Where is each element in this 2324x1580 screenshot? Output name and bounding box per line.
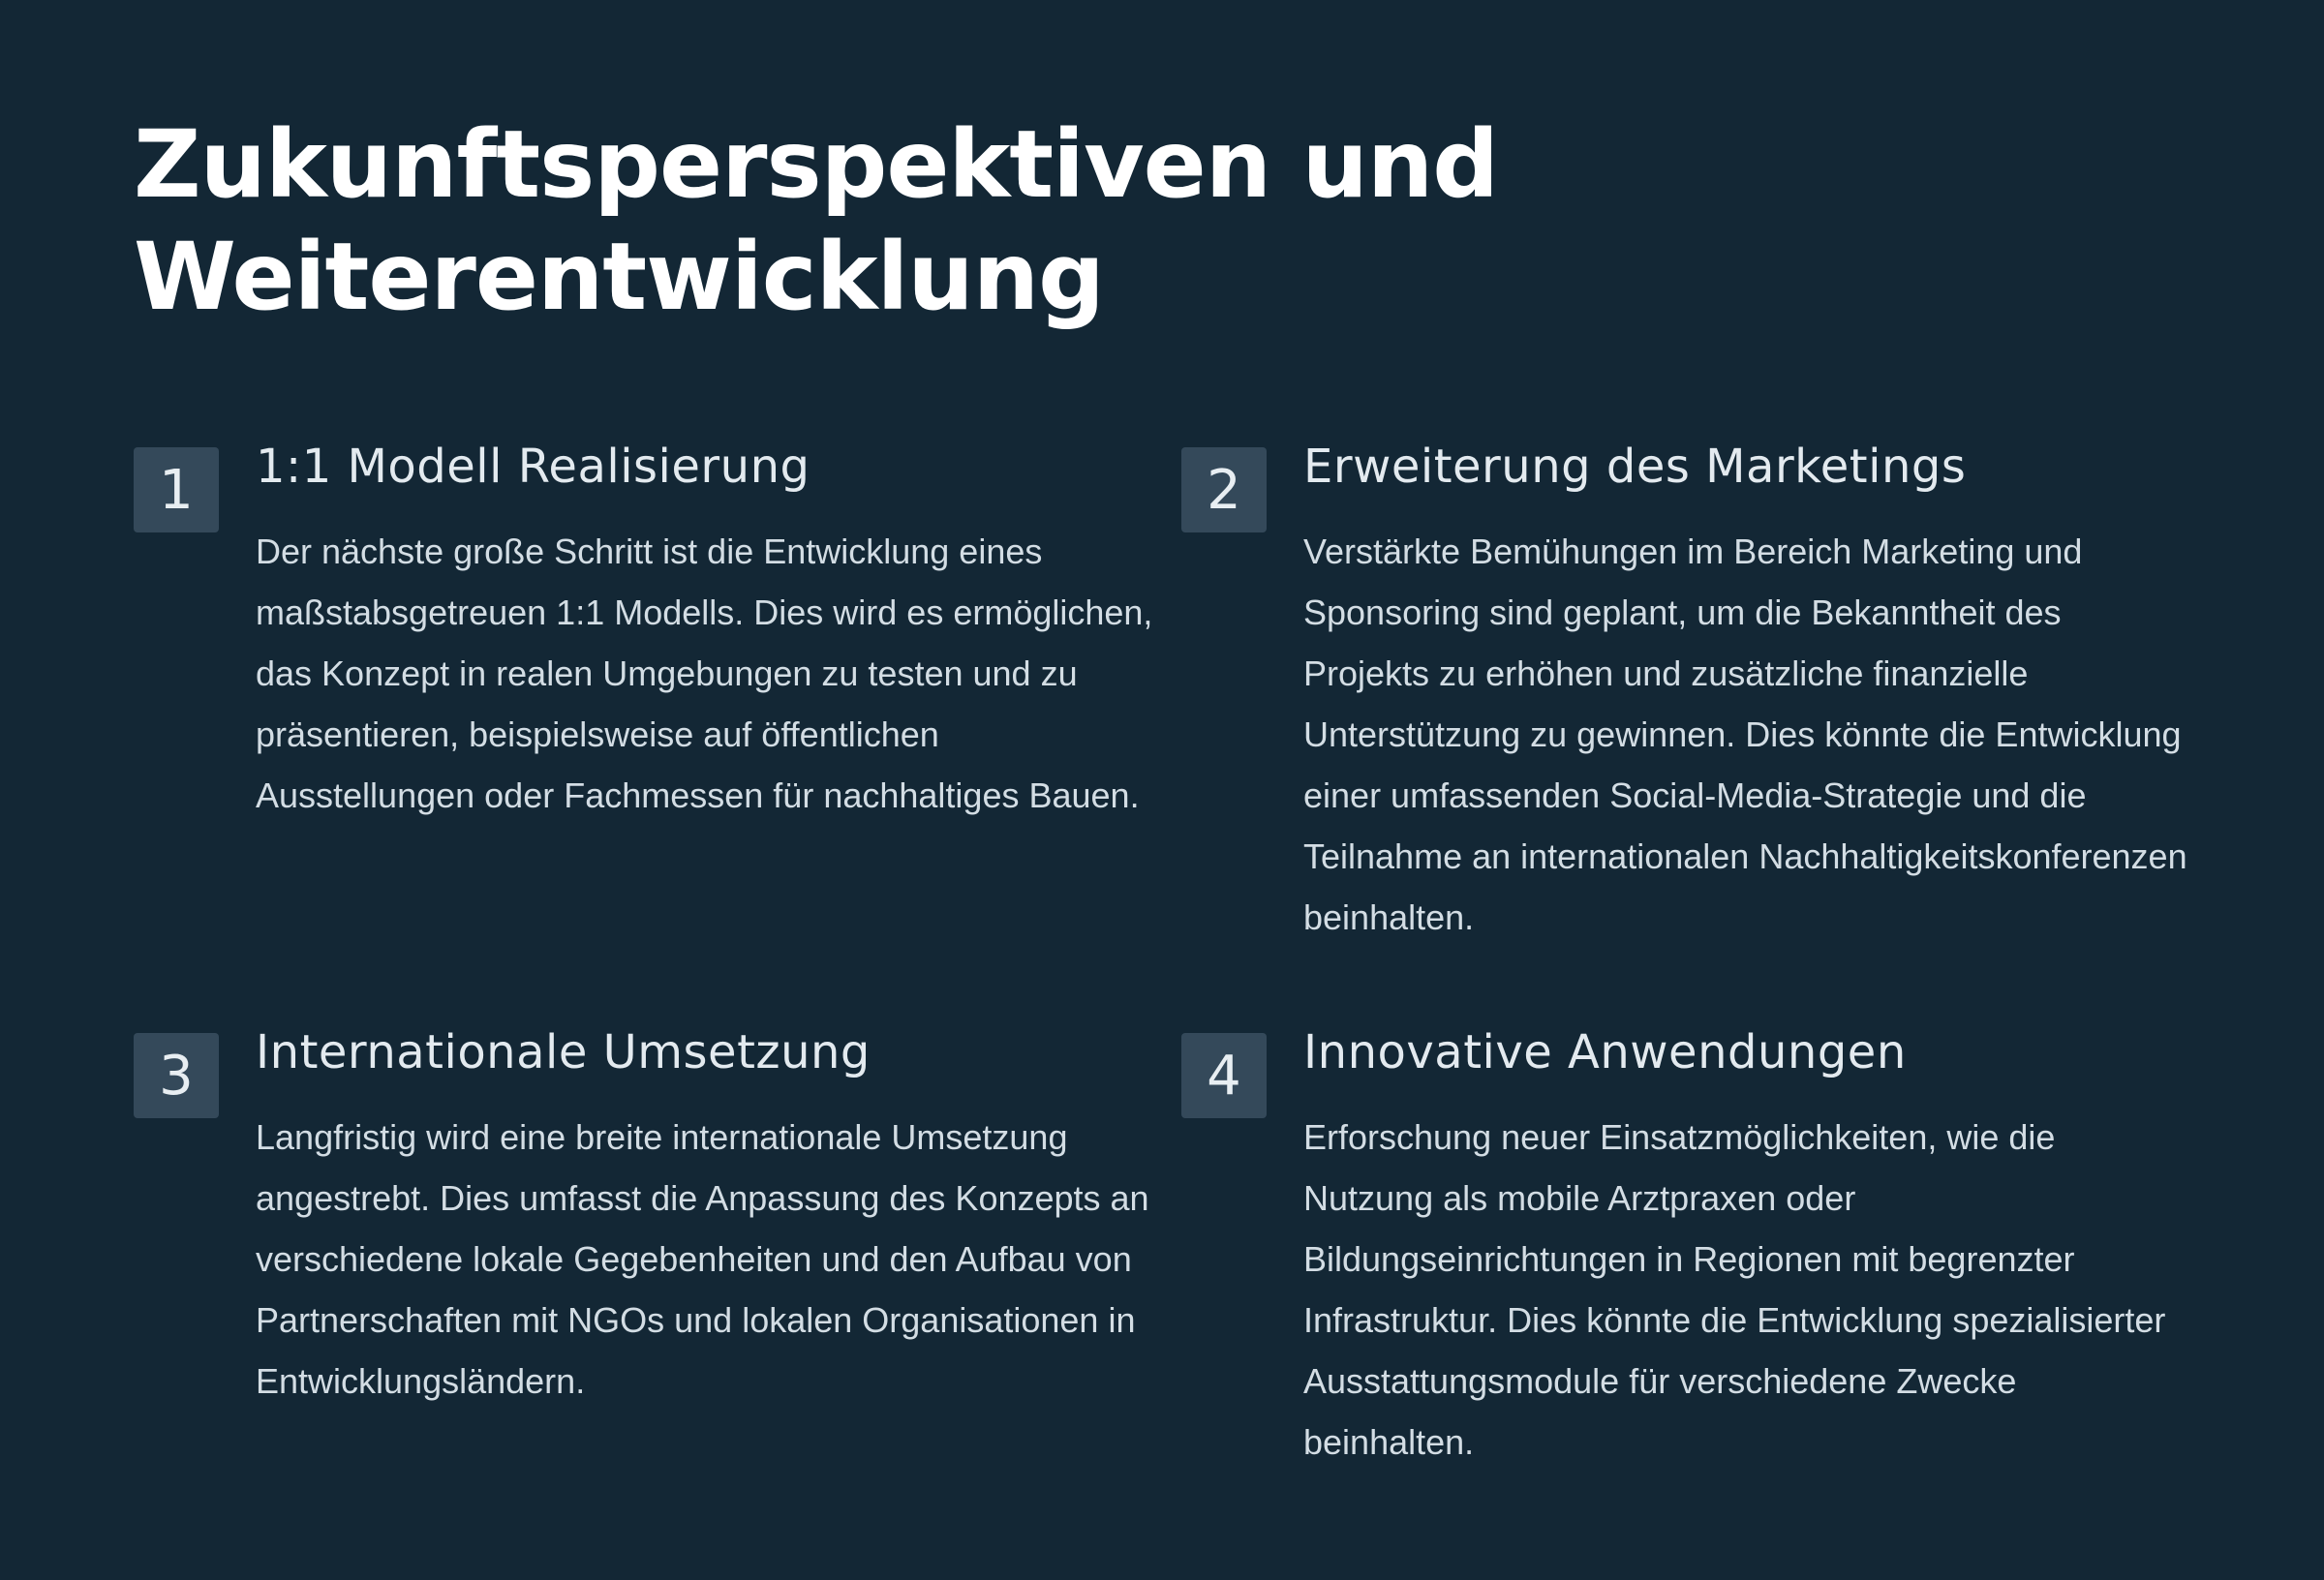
number-badge: 3 (134, 1033, 219, 1118)
card-body: Innovative Anwendungen Erforschung neuer… (1303, 1025, 2190, 1473)
card-title: Erweiterung des Marketings (1303, 440, 1967, 494)
card-model-realization: 1 1:1 Modell Realisierung Der nächste gr… (134, 440, 1181, 1033)
card-text: Verstärkte Bemühungen im Bereich Marketi… (1303, 532, 2187, 937)
card-body: Erweiterung des Marketings Verstärkte Be… (1303, 440, 2190, 948)
page-title: Zukunftsperspektiven und Weiterentwicklu… (134, 108, 1780, 333)
number-badge: 4 (1181, 1033, 1267, 1118)
card-body: 1:1 Modell Realisierung Der nächste groß… (256, 440, 1181, 826)
number-badge: 1 (134, 447, 219, 532)
card-marketing-expansion: 2 Erweiterung des Marketings Verstärkte … (1181, 440, 2190, 1033)
card-title: Innovative Anwendungen (1303, 1025, 1907, 1079)
number-badge: 2 (1181, 447, 1267, 532)
card-title: Internationale Umsetzung (256, 1025, 871, 1079)
page-title-line-2: Weiterentwicklung (134, 223, 1105, 331)
card-text: Erforschung neuer Einsatzmöglichkeiten, … (1303, 1117, 2166, 1462)
page-title-line-1: Zukunftsperspektiven und (134, 110, 1499, 219)
perspectives-grid: 1 1:1 Modell Realisierung Der nächste gr… (134, 440, 2190, 1478)
card-text: Der nächste große Schritt ist die Entwic… (256, 532, 1153, 815)
card-text: Langfristig wird eine breite internation… (256, 1117, 1149, 1401)
card-international-implementation: 3 Internationale Umsetzung Langfristig w… (134, 1025, 1181, 1478)
card-body: Internationale Umsetzung Langfristig wir… (256, 1025, 1181, 1412)
card-innovative-applications: 4 Innovative Anwendungen Erforschung neu… (1181, 1025, 2190, 1478)
slide: Zukunftsperspektiven und Weiterentwicklu… (0, 0, 2324, 1580)
card-title: 1:1 Modell Realisierung (256, 440, 810, 494)
